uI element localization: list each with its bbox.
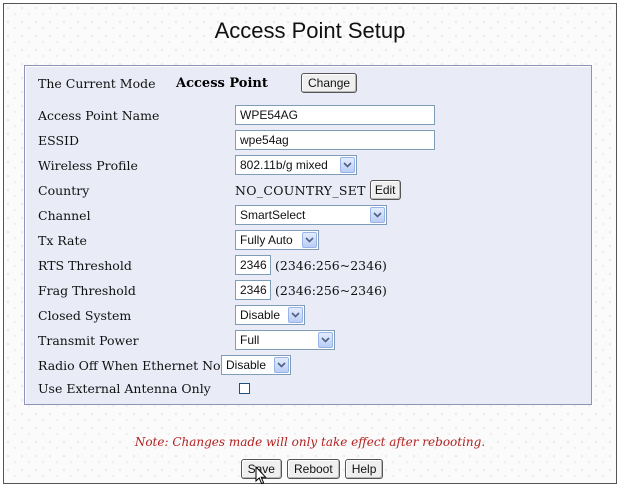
label-essid: ESSID: [38, 132, 79, 148]
radio-off-value: Disable: [226, 358, 267, 372]
country-value: NO_COUNTRY_SET: [235, 182, 366, 198]
transmit-power-value: Full: [240, 333, 260, 347]
rts-threshold-range: (2346:256~2346): [275, 257, 387, 273]
page-title: Access Point Setup: [214, 18, 406, 43]
closed-system-select[interactable]: Disable: [235, 305, 305, 325]
row-essid: ESSID wpe54ag: [25, 129, 591, 151]
edit-country-button[interactable]: Edit: [369, 180, 401, 200]
current-mode-value: Access Point: [176, 75, 268, 91]
channel-value: SmartSelect: [240, 208, 306, 222]
row-external-antenna: Use External Antenna Only: [25, 377, 591, 399]
label-rts-threshold: RTS Threshold: [38, 257, 132, 273]
label-country: Country: [38, 182, 90, 198]
row-closed-system: Closed System Disable: [25, 304, 591, 326]
label-transmit-power: Transmit Power: [38, 332, 139, 348]
page-frame: Access Point Setup The Current Mode Acce…: [3, 3, 617, 484]
transmit-power-select[interactable]: Full: [235, 330, 335, 350]
label-ap-name: Access Point Name: [38, 107, 160, 123]
label-tx-rate: Tx Rate: [38, 232, 87, 248]
chevron-down-icon[interactable]: [318, 332, 333, 348]
chevron-down-icon[interactable]: [340, 157, 355, 173]
frag-threshold-range: (2346:256~2346): [275, 282, 387, 298]
label-closed-system: Closed System: [38, 307, 132, 323]
row-rts-threshold: RTS Threshold 2346 (2346:256~2346): [25, 254, 591, 276]
change-mode-button[interactable]: Change: [301, 73, 358, 93]
reboot-note: Note: Changes made will only take effect…: [134, 435, 486, 449]
row-wireless-profile: Wireless Profile 802.11b/g mixed: [25, 154, 591, 176]
ap-name-input[interactable]: WPE54AG: [235, 105, 435, 125]
channel-select[interactable]: SmartSelect: [235, 205, 387, 225]
tx-rate-select[interactable]: Fully Auto: [235, 230, 319, 250]
chevron-down-icon[interactable]: [302, 232, 317, 248]
row-ap-name: Access Point Name WPE54AG: [25, 104, 591, 126]
closed-system-value: Disable: [240, 308, 281, 322]
label-external-antenna: Use External Antenna Only: [38, 380, 211, 396]
reboot-button[interactable]: Reboot: [286, 459, 340, 479]
chevron-down-icon[interactable]: [274, 357, 289, 373]
tx-rate-value: Fully Auto: [240, 233, 293, 247]
row-transmit-power: Transmit Power Full: [25, 329, 591, 351]
row-frag-threshold: Frag Threshold 2346 (2346:256~2346): [25, 279, 591, 301]
row-current-mode: The Current Mode Access Point Change: [25, 72, 591, 94]
label-channel: Channel: [38, 207, 91, 223]
essid-input[interactable]: wpe54ag: [235, 130, 435, 150]
action-buttons: Save Reboot Help: [0, 459, 624, 479]
row-tx-rate: Tx Rate Fully Auto: [25, 229, 591, 251]
rts-threshold-input[interactable]: 2346: [235, 255, 271, 275]
wireless-profile-select[interactable]: 802.11b/g mixed: [235, 155, 357, 175]
row-radio-off: Radio Off When Ethernet No Link Disable: [25, 354, 591, 376]
label-wireless-profile: Wireless Profile: [38, 157, 138, 173]
radio-off-select[interactable]: Disable: [221, 355, 291, 375]
external-antenna-checkbox[interactable]: [239, 382, 250, 394]
settings-panel: The Current Mode Access Point Change Acc…: [24, 65, 592, 405]
help-button[interactable]: Help: [344, 459, 384, 479]
chevron-down-icon[interactable]: [288, 307, 303, 323]
row-country: Country NO_COUNTRY_SET Edit: [25, 179, 591, 201]
label-frag-threshold: Frag Threshold: [38, 282, 136, 298]
row-channel: Channel SmartSelect: [25, 204, 591, 226]
chevron-down-icon[interactable]: [370, 207, 385, 223]
frag-threshold-input[interactable]: 2346: [235, 280, 271, 300]
wireless-profile-value: 802.11b/g mixed: [240, 158, 328, 172]
label-current-mode: The Current Mode: [38, 75, 156, 91]
